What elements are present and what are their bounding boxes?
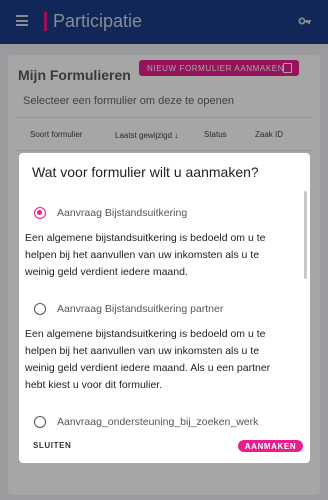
- dialog-body: Aanvraag Bijstandsuitkering Een algemene…: [19, 190, 310, 431]
- option-description: Een algemene bijstandsuitkering is bedoe…: [25, 230, 305, 281]
- description-line: helpen bij het aanvullen van uw inkomste…: [25, 345, 260, 357]
- option-bijstandsuitkering[interactable]: Aanvraag Bijstandsuitkering: [34, 207, 187, 219]
- option-label: Aanvraag_ondersteuning_bij_zoeken_werk: [57, 416, 259, 428]
- option-description: Een algemene bijstandsuitkering is bedoe…: [25, 326, 305, 394]
- option-bijstandsuitkering-partner[interactable]: Aanvraag Bijstandsuitkering partner: [34, 303, 223, 315]
- description-line: weinig geld verdient iedere maand. Als u…: [25, 362, 271, 374]
- radio-unselected-icon[interactable]: [34, 303, 46, 315]
- description-line: Een algemene bijstandsuitkering is bedoe…: [25, 232, 266, 244]
- description-line: helpen bij het aanvullen van uw inkomste…: [25, 249, 260, 261]
- radio-selected-icon[interactable]: [34, 207, 46, 219]
- description-line: weinig geld verdient iedere maand.: [25, 266, 188, 278]
- create-form-dialog: Wat voor formulier wilt u aanmaken? Aanv…: [19, 153, 310, 463]
- option-ondersteuning-zoeken-werk[interactable]: Aanvraag_ondersteuning_bij_zoeken_werk: [34, 416, 258, 428]
- option-label: Aanvraag Bijstandsuitkering: [57, 207, 188, 219]
- create-button[interactable]: AANMAKEN: [238, 440, 303, 452]
- option-label: Aanvraag Bijstandsuitkering partner: [57, 303, 224, 315]
- close-button[interactable]: SLUITEN: [33, 441, 71, 450]
- dialog-title: Wat voor formulier wilt u aanmaken?: [32, 164, 259, 180]
- description-line: Een algemene bijstandsuitkering is bedoe…: [25, 328, 266, 340]
- description-line: hebt kiest u voor dit formulier.: [25, 379, 163, 391]
- radio-unselected-icon[interactable]: [34, 416, 46, 428]
- dialog-scrollbar[interactable]: [304, 191, 307, 279]
- dialog-actions: SLUITEN AANMAKEN: [19, 435, 310, 461]
